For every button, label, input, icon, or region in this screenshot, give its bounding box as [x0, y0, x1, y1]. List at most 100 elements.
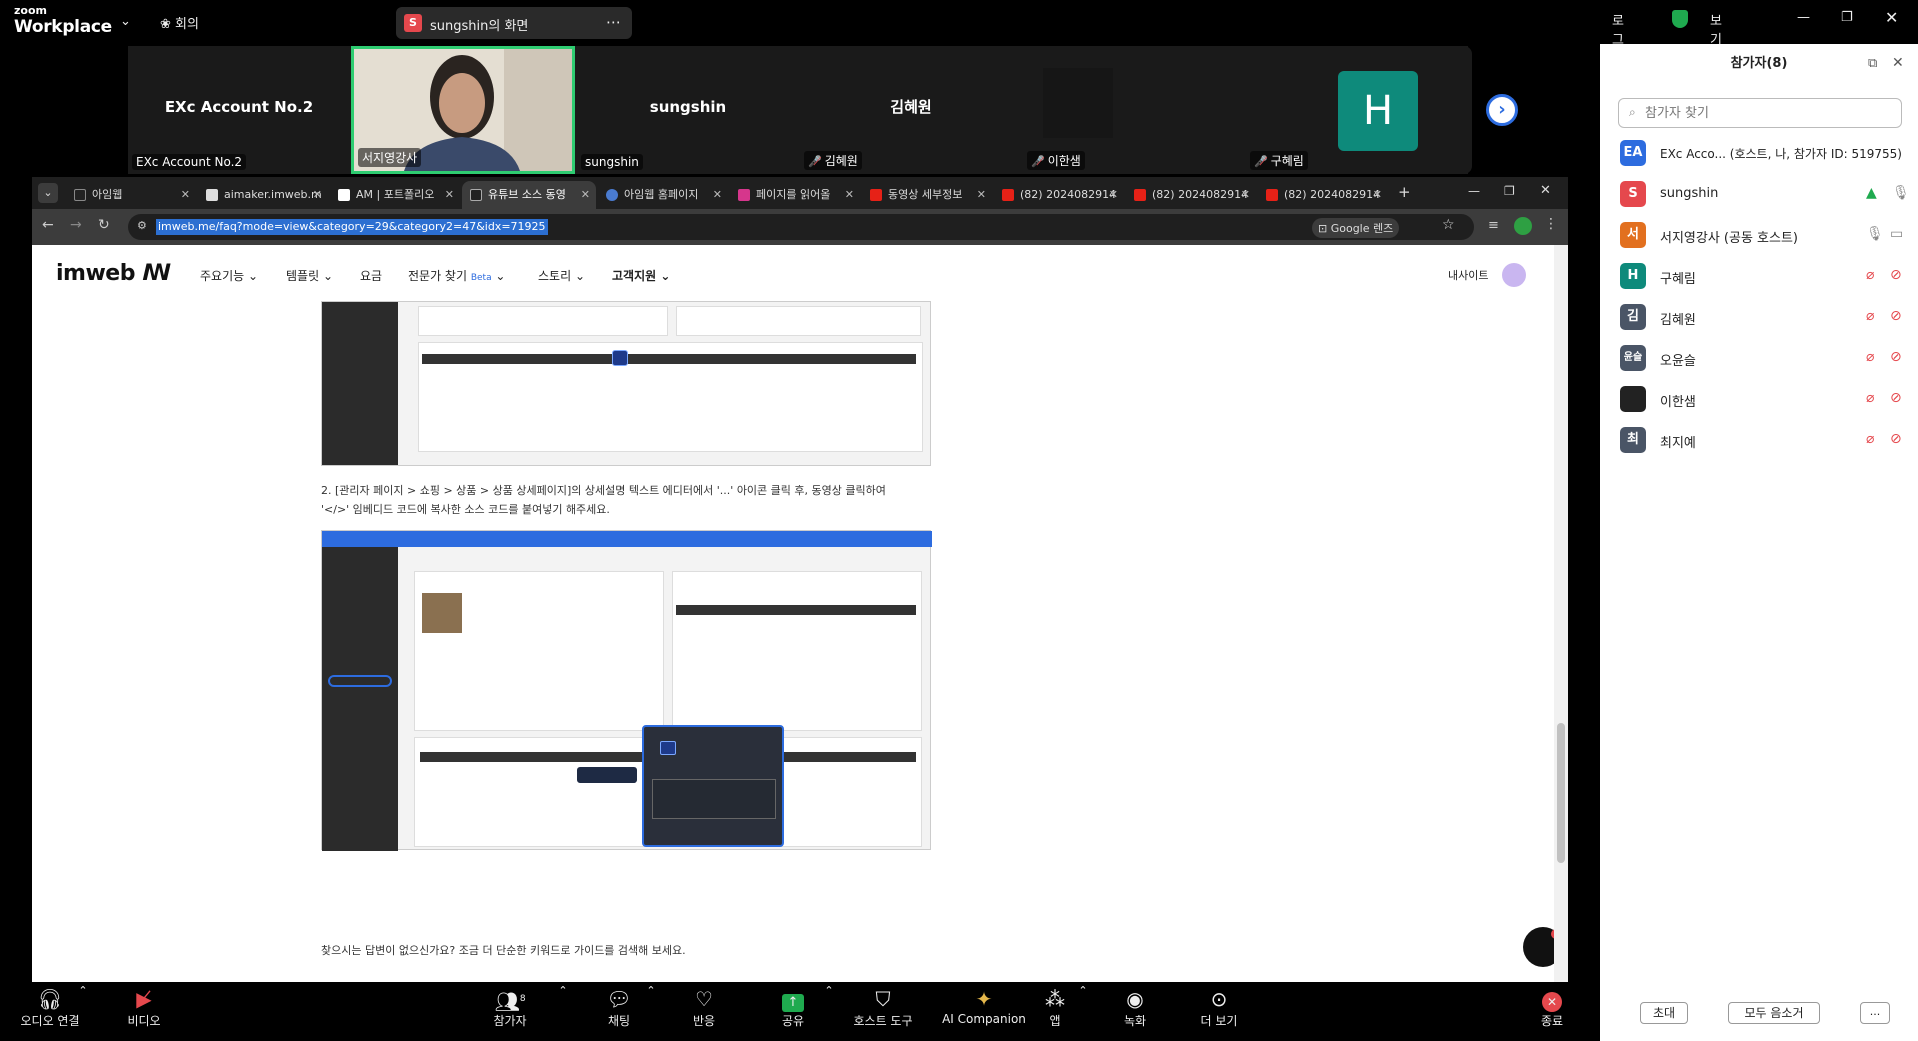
participant-row[interactable]: 서 서지영강사 (공동 호스트) 🎙 ▭	[1620, 219, 1910, 249]
more-button[interactable]: ⊙ 더 보기	[1194, 986, 1244, 1029]
browser-tab[interactable]: 아임웹 ✕	[66, 181, 196, 209]
nav-item[interactable]: 고객지원 ⌄	[612, 267, 670, 284]
new-tab-icon[interactable]: +	[1398, 183, 1411, 201]
share-options-caret[interactable]: ⌃	[822, 984, 836, 997]
avatar: 김	[1620, 304, 1646, 330]
browser-tab[interactable]: 페이지를 읽어올 ✕	[730, 181, 860, 209]
end-meeting-button[interactable]: ✕ 종료	[1538, 986, 1566, 1029]
tab-close-icon[interactable]: ✕	[445, 181, 454, 209]
minimize-icon[interactable]: —	[1797, 10, 1810, 25]
video-tile[interactable]: 김혜원 🎤̸ 김혜원	[800, 46, 1298, 174]
chat-options-caret[interactable]: ⌃	[644, 984, 658, 997]
invite-button[interactable]: 초대	[1640, 1002, 1688, 1024]
participant-search[interactable]: ⌕	[1618, 98, 1902, 128]
participant-row[interactable]: H 구혜림 ⌀ ⊘	[1620, 260, 1910, 290]
nav-item[interactable]: 전문가 찾기 Beta ⌄	[408, 267, 505, 284]
nav-item[interactable]: 스토리 ⌄	[538, 267, 585, 284]
browser-tab[interactable]: 동영상 세부정보 ✕	[862, 181, 992, 209]
camera-off-icon: ⊘	[1890, 390, 1902, 406]
menu-icon[interactable]: ⋮	[1544, 216, 1558, 232]
forward-icon[interactable]: →	[70, 217, 82, 233]
tab-close-icon[interactable]: ✕	[1373, 181, 1382, 209]
restore-icon[interactable]: ❐	[1841, 10, 1853, 25]
participants-button[interactable]: 👥︎8 참가자	[484, 986, 536, 1029]
tab-close-icon[interactable]: ✕	[845, 181, 854, 209]
more-options-button[interactable]: ...	[1860, 1002, 1890, 1024]
participant-row[interactable]: 최 최지예 ⌀ ⊘	[1620, 424, 1910, 454]
record-button[interactable]: ◉ 녹화	[1118, 986, 1152, 1029]
audio-options-caret[interactable]: ⌃	[76, 984, 90, 997]
apps-button[interactable]: ⁂ 앱	[1040, 986, 1070, 1029]
shield-icon[interactable]	[1672, 10, 1688, 28]
url-field[interactable]: ⚙ imweb.me/faq?mode=view&category=29&cat…	[128, 214, 1474, 240]
search-input[interactable]	[1645, 103, 1895, 123]
browser-tab[interactable]: (82) 2024082914 ✕	[1126, 181, 1256, 209]
meeting-menu[interactable]: ❀ 회의	[160, 13, 199, 32]
mute-all-button[interactable]: 모두 음소거	[1728, 1002, 1820, 1024]
tab-close-icon[interactable]: ✕	[1109, 181, 1118, 209]
tab-close-icon[interactable]: ✕	[581, 181, 590, 209]
user-avatar[interactable]	[1502, 263, 1526, 287]
nav-item[interactable]: 주요기능 ⌄	[200, 267, 258, 284]
tab-close-icon[interactable]: ✕	[977, 181, 986, 209]
favicon	[1134, 189, 1146, 201]
imweb-logo[interactable]: imweb ꟿ	[56, 261, 171, 286]
browser-tab[interactable]: 아임웹 홈페이지 ✕	[598, 181, 728, 209]
minimize-icon[interactable]: —	[1468, 184, 1480, 198]
host-tools-button[interactable]: ⛉ 호스트 도구	[846, 986, 920, 1029]
restore-icon[interactable]: ❐	[1504, 184, 1515, 198]
video-tile[interactable]: EXc Account No.2 EXc Account No.2	[128, 46, 350, 174]
media-icon[interactable]: ≡	[1488, 218, 1499, 233]
close-icon[interactable]: ✕	[1885, 8, 1898, 27]
video-tile[interactable]: H 🎤̸ 구혜림	[1246, 46, 1468, 174]
participant-row[interactable]: 윤슬 오윤슬 ⌀ ⊘	[1620, 342, 1910, 372]
tab-close-icon[interactable]: ✕	[181, 181, 190, 209]
browser-tab[interactable]: AM | 포트폴리오 ✕	[330, 181, 460, 209]
chevron-down-icon[interactable]: ⌄	[120, 14, 131, 29]
ai-companion-button[interactable]: ✦ AI Companion	[928, 986, 1040, 1026]
pop-out-icon[interactable]: ⧉	[1868, 56, 1877, 71]
browser-tab[interactable]: aimaker.imweb.m ✕	[198, 181, 328, 209]
next-page-icon[interactable]: ›	[1486, 94, 1518, 126]
nav-item[interactable]: 템플릿 ⌄	[286, 267, 333, 284]
scrollbar[interactable]	[1554, 245, 1568, 982]
tab-search-icon[interactable]: ⌄	[38, 183, 58, 203]
close-icon[interactable]: ✕	[1892, 55, 1904, 71]
video-button[interactable]: ▶︎̸ 비디오	[116, 986, 172, 1029]
url-text[interactable]: imweb.me/faq?mode=view&category=29&categ…	[156, 219, 548, 235]
tab-close-icon[interactable]: ✕	[1241, 181, 1250, 209]
tab-close-icon[interactable]: ✕	[313, 181, 322, 209]
video-tile-active-speaker[interactable]: 서지영강사	[351, 46, 575, 174]
browser-tab-active[interactable]: 유튜브 소스 동영 ✕	[462, 181, 596, 209]
participant-row[interactable]: S sungshin ▲ 🎙	[1620, 178, 1910, 208]
browser-tab[interactable]: (82) 2024082914 ✕	[994, 181, 1124, 209]
tile-name: sungshin	[649, 98, 727, 116]
chat-button[interactable]: 💬︎ 채팅	[598, 986, 640, 1029]
participant-row[interactable]: EA EXc Acco... (호스트, 나, 참가자 ID: 519755)	[1620, 137, 1910, 167]
video-tile[interactable]: 🎤̸ 이한샘	[1023, 46, 1245, 174]
google-lens-button[interactable]: ⊡ Google 렌즈	[1312, 218, 1400, 238]
profile-avatar[interactable]	[1514, 217, 1532, 235]
apps-options-caret[interactable]: ⌃	[1076, 984, 1090, 997]
tab-close-icon[interactable]: ✕	[713, 181, 722, 209]
share-button[interactable]: ↑ 공유	[771, 986, 815, 1029]
screen-share-pill[interactable]: S sungshin의 화면 ⋯	[396, 7, 632, 39]
participant-row[interactable]: 이한샘 ⌀ ⊘	[1620, 383, 1910, 413]
more-icon[interactable]: ⋯	[606, 13, 621, 31]
video-tile[interactable]: sungshin sungshin	[577, 46, 799, 174]
scrollbar-thumb[interactable]	[1557, 723, 1565, 863]
back-icon[interactable]: ←	[42, 217, 54, 233]
participant-row[interactable]: 김 김혜원 ⌀ ⊘	[1620, 301, 1910, 331]
tile-label: 서지영강사	[358, 148, 422, 167]
nav-item[interactable]: 요금	[360, 267, 382, 284]
reload-icon[interactable]: ↻	[98, 217, 110, 233]
site-info-icon[interactable]: ⚙	[137, 219, 147, 232]
participants-options-caret[interactable]: ⌃	[556, 984, 570, 997]
my-site-link[interactable]: 내사이트	[1448, 267, 1488, 283]
browser-tab[interactable]: (82) 2024082914 ✕	[1258, 181, 1388, 209]
people-icon: 👥︎8	[494, 989, 526, 1014]
bookmark-star-icon[interactable]: ☆	[1442, 217, 1455, 233]
avatar: S	[1620, 181, 1646, 207]
react-button[interactable]: ♡ 반응	[683, 986, 725, 1029]
close-icon[interactable]: ✕	[1540, 183, 1551, 198]
